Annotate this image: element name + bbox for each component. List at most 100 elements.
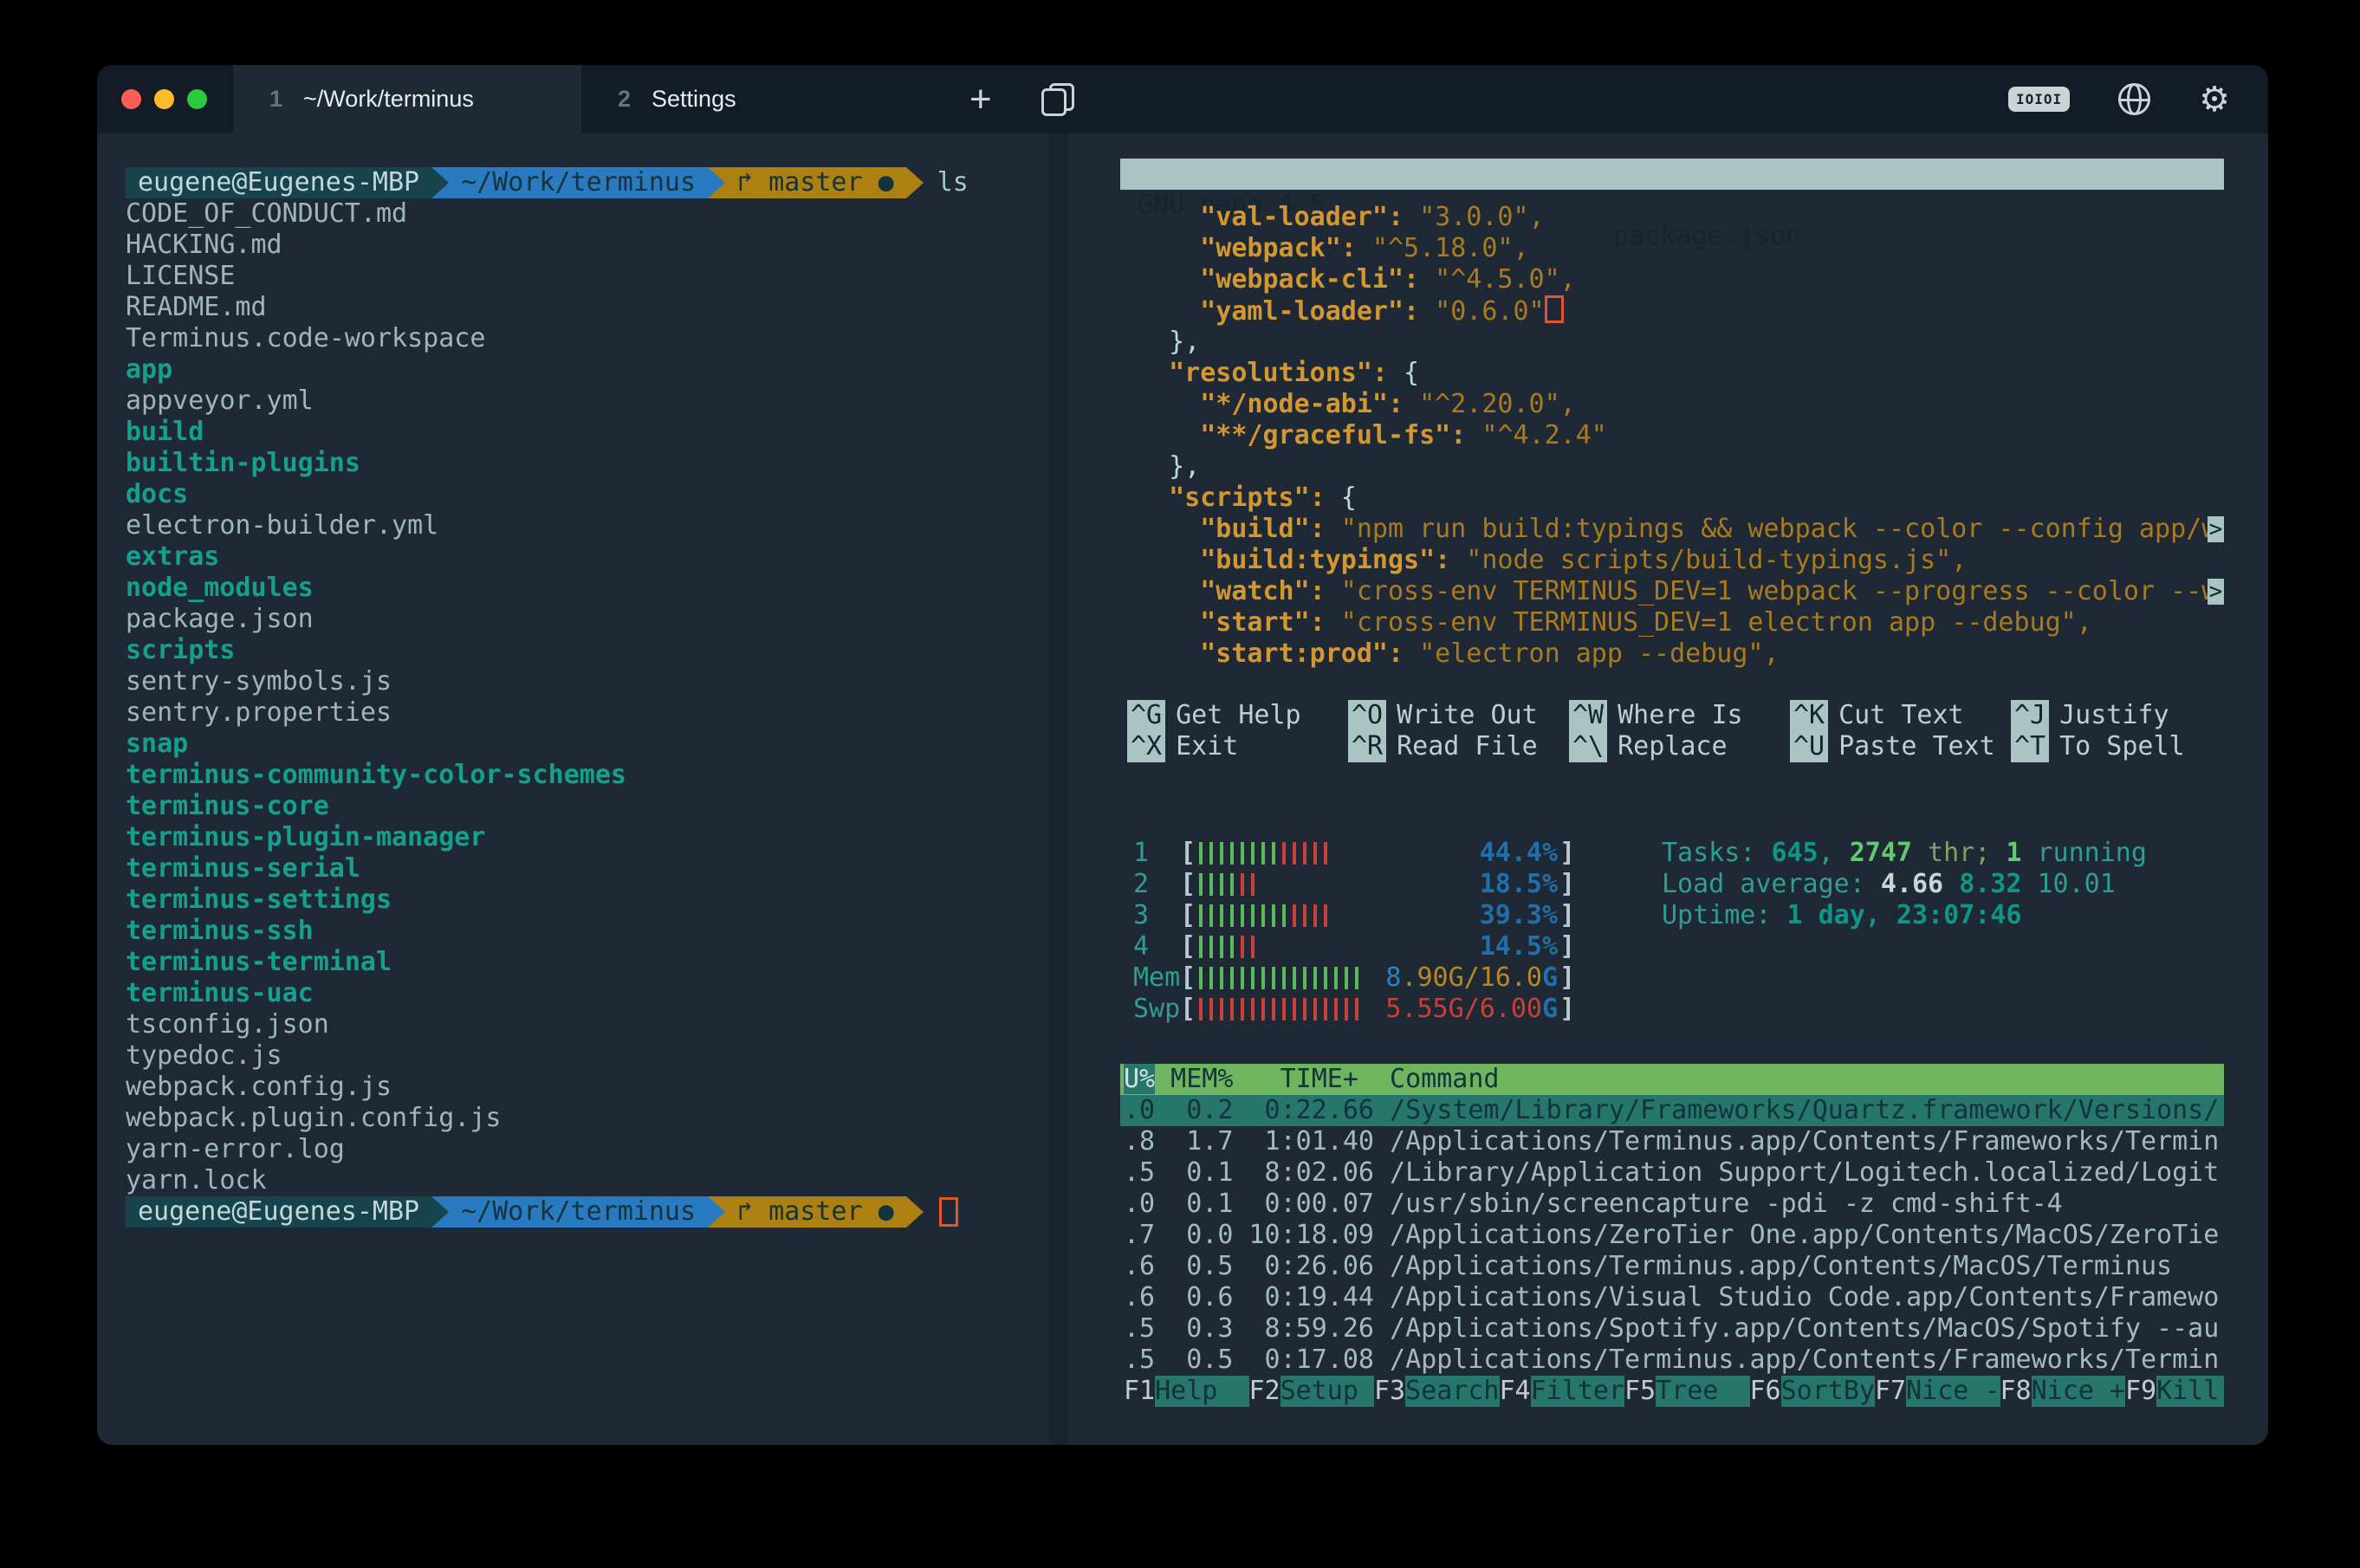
text-token <box>1138 296 1200 327</box>
fkey-label: SortBy <box>1781 1376 1875 1407</box>
meter-value: 14.5% <box>1480 931 1558 962</box>
meter-tick-green <box>1272 967 1275 989</box>
close-button[interactable] <box>121 89 141 109</box>
meter-tick-green <box>1230 904 1234 927</box>
meter-tick-green <box>1334 967 1338 989</box>
terminal-pane-left[interactable]: eugene@Eugenes-MBP~/Work/terminus↱ maste… <box>126 167 969 1228</box>
shortcut-key: ^U <box>1790 731 1828 762</box>
file-name: electron-builder.yml <box>126 510 438 541</box>
ls-output-line: package.json <box>126 604 969 635</box>
terminal-pane-right[interactable]: GNU nano 4.5 package.json "val-loader": … <box>1120 133 2224 1445</box>
git-branch-icon: ↱ <box>737 167 768 198</box>
text-token <box>1138 389 1200 419</box>
directory-name: scripts <box>126 635 235 665</box>
text-token: "scripts": <box>1169 483 1326 513</box>
meter-tick-green <box>1241 842 1244 865</box>
ls-output-line: terminus-ssh <box>126 916 969 947</box>
shortcut-label: Paste Text <box>1838 731 1995 762</box>
htop-summary: Tasks: 645, 2747 thr; 1 runningLoad aver… <box>1662 838 2147 931</box>
meter-tick-green <box>1209 873 1213 896</box>
htop-fkeys: F1Help F2Setup F3SearchF4FilterF5Tree F6… <box>1120 1376 2224 1407</box>
process-row[interactable]: .6 0.5 0:26.06 /Applications/Terminus.ap… <box>1120 1251 2224 1282</box>
git-branch-icon: ↱ <box>737 1196 768 1228</box>
meter-tick-red <box>1324 842 1327 865</box>
nano-shortcut: ^KCut Text <box>1790 700 2011 731</box>
text-token: Load average: <box>1662 869 1881 899</box>
meter-bracket: [ <box>1180 838 1196 869</box>
meter-tick-green <box>1199 873 1203 896</box>
process-row[interactable]: .5 0.3 8:59.26 /Applications/Spotify.app… <box>1120 1313 2224 1344</box>
meter-tick-red <box>1345 998 1348 1020</box>
new-tab-button[interactable]: + <box>969 81 992 119</box>
meter-bracket: ] <box>1559 994 1575 1025</box>
tab-Settings[interactable]: 2Settings <box>581 65 930 133</box>
powerline-arrow-icon <box>431 1196 449 1228</box>
tab-number: 2 <box>618 86 631 113</box>
meter-tick-green <box>1241 967 1244 989</box>
meter-label: 4 <box>1133 931 1180 962</box>
meter-value: 18.5% <box>1480 869 1558 900</box>
meter-label: 3 <box>1133 900 1180 931</box>
meter-tick-red <box>1230 998 1234 1020</box>
tab-bar: 1~/Work/terminus2Settings + IOIOI ⚙ <box>97 65 2268 133</box>
process-row[interactable]: .7 0.0 10:18.09 /Applications/ZeroTier O… <box>1120 1220 2224 1251</box>
meter-tick-red <box>1241 873 1244 896</box>
meter-bracket: [ <box>1180 900 1196 931</box>
meter-tick-green <box>1220 842 1223 865</box>
meter-tick-red <box>1313 842 1317 865</box>
text-token: "start:prod": <box>1200 638 1404 669</box>
text-token: , <box>1819 838 1850 868</box>
meter-bracket: [ <box>1180 962 1196 994</box>
tab-~/Work/terminus[interactable]: 1~/Work/terminus <box>233 65 581 133</box>
pane-divider[interactable] <box>1049 133 1068 1445</box>
ls-output-line: terminus-serial <box>126 853 969 884</box>
ls-output-line: appveyor.yml <box>126 386 969 417</box>
text-token: "val-loader": <box>1200 202 1404 232</box>
serial-port-icon[interactable]: IOIOI <box>2008 87 2070 112</box>
process-row[interactable]: .5 0.1 8:02.06 /Library/Application Supp… <box>1120 1157 2224 1189</box>
process-row[interactable]: .0 0.2 0:22.66 /System/Library/Framework… <box>1120 1095 2224 1126</box>
shortcut-label: Where Is <box>1618 700 1743 731</box>
meter-bar: 5.55G/6.00G <box>1196 994 1559 1025</box>
globe-icon[interactable] <box>2118 83 2150 115</box>
meter-tick-green <box>1220 936 1223 958</box>
meter-bar: 14.5% <box>1196 931 1559 962</box>
meter-bracket: ] <box>1559 962 1575 994</box>
zoom-button[interactable] <box>187 89 207 109</box>
nano-editor: "val-loader": "3.0.0", "webpack": "^5.18… <box>1120 202 2224 670</box>
file-name: webpack.plugin.config.js <box>126 1103 501 1133</box>
ls-output-line: terminus-community-color-schemes <box>126 760 969 791</box>
process-row[interactable]: .5 0.5 0:17.08 /Applications/Terminus.ap… <box>1120 1344 2224 1376</box>
prompt-path-segment: ~/Work/terminus <box>449 1196 708 1228</box>
text-token: 10.01 <box>2038 869 2116 899</box>
meter-tick-red <box>1282 998 1286 1020</box>
meter-tick-green <box>1230 873 1234 896</box>
nano-line: }, <box>1120 327 2224 358</box>
nano-shortcut: ^OWrite Out <box>1348 700 1569 731</box>
ls-output-line: app <box>126 354 969 386</box>
meter-tick-red <box>1313 998 1317 1020</box>
meter-tick-red <box>1282 842 1286 865</box>
fkey-label: Help <box>1155 1376 1248 1407</box>
file-name: sentry.properties <box>126 697 392 728</box>
process-row[interactable]: .6 0.6 0:19.44 /Applications/Visual Stud… <box>1120 1282 2224 1313</box>
htop-summary-line: Uptime: 1 day, 23:07:46 <box>1662 900 2147 931</box>
process-row[interactable]: .0 0.1 0:00.07 /usr/sbin/screencapture -… <box>1120 1189 2224 1220</box>
split-pane-icon[interactable] <box>1039 81 1077 119</box>
meter-tick-red <box>1251 873 1255 896</box>
gear-icon[interactable]: ⚙ <box>2199 82 2230 117</box>
meter-tick-red <box>1324 904 1327 927</box>
text-token <box>1138 327 1169 357</box>
meter-bar: 18.5% <box>1196 869 1559 900</box>
text-token: 645 <box>1771 838 1818 868</box>
text-token: Uptime: <box>1662 900 1787 930</box>
text-token: .90G/16.0 <box>1401 962 1542 993</box>
fkey-label: Filter <box>1531 1376 1624 1407</box>
meter-bracket: ] <box>1559 900 1575 931</box>
meter-bracket: ] <box>1559 931 1575 962</box>
nano-line: "scripts": { <box>1120 483 2224 514</box>
text-token: 1 day, 23:07:46 <box>1787 900 2022 930</box>
minimize-button[interactable] <box>154 89 174 109</box>
meter-tick-green <box>1303 967 1306 989</box>
process-row[interactable]: .8 1.7 1:01.40 /Applications/Terminus.ap… <box>1120 1126 2224 1157</box>
